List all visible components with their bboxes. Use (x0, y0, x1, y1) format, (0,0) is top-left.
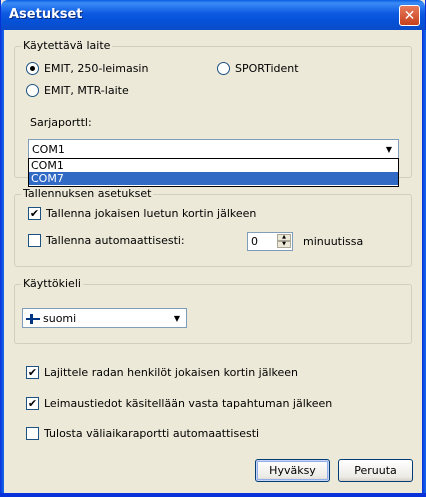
checkbox-icon (28, 234, 41, 247)
serial-port-select[interactable]: COM1 ▼ (28, 139, 399, 159)
language-select[interactable]: suomi ▼ (22, 308, 187, 328)
language-value-wrap: suomi (26, 312, 76, 325)
title-bar[interactable]: Asetukset ✕ (1, 0, 425, 30)
device-group-legend: Käytettävä laite (21, 39, 113, 52)
print-split-report-checkbox[interactable]: Tulosta väliaikaraportti automaattisesti (26, 427, 259, 440)
checkbox-checked-icon: ✔ (26, 366, 39, 379)
serial-port-value: COM1 (32, 143, 65, 156)
save-group-legend: Tallennuksen asetukset (21, 187, 154, 200)
window-title: Asetukset (9, 7, 83, 22)
radio-button-icon (217, 62, 230, 75)
settings-dialog: Asetukset ✕ Käytettävä laite EMIT, 250-l… (0, 0, 426, 497)
stepper-down-icon[interactable]: ▼ (277, 241, 291, 248)
serial-port-label: Sarjaporttl: (30, 116, 92, 129)
save-each-label: Tallenna jokaisen luetun kortin jälkeen (46, 207, 257, 220)
radio-sportident-label: SPORTident (235, 62, 299, 75)
window-border-right (422, 30, 426, 493)
finland-flag-icon (26, 313, 40, 324)
save-auto-label: Tallenna automaattisesti: (46, 234, 185, 247)
print-split-report-label: Tulosta väliaikaraportti automaattisesti (44, 427, 260, 440)
serial-port-dropdown-list: COM1 COM7 (28, 158, 399, 187)
radio-emit-250-label: EMIT, 250-leimasin (44, 62, 149, 75)
ok-button[interactable]: Hyväksy (255, 459, 330, 482)
save-interval-stepper[interactable]: 0 ▲ ▼ (247, 232, 293, 251)
save-interval-value: 0 (251, 235, 258, 248)
language-value: suomi (43, 312, 77, 325)
close-icon: ✕ (403, 7, 416, 24)
radio-button-icon (26, 62, 39, 75)
cancel-button-label: Peruuta (354, 464, 397, 477)
sort-runners-label: Lajittele radan henkilöt jokaisen kortin… (44, 366, 299, 379)
chevron-down-icon[interactable]: ▼ (381, 141, 397, 157)
radio-sportident[interactable]: SPORTident (217, 62, 299, 75)
radio-button-icon (26, 84, 39, 97)
dropdown-option-com1[interactable]: COM1 (29, 159, 398, 172)
checkbox-checked-icon: ✔ (26, 397, 39, 410)
process-after-event-label: Leimaustiedot käsitellään vasta tapahtum… (44, 397, 333, 410)
window-border-left (0, 30, 4, 493)
dropdown-option-com7[interactable]: COM7 (29, 172, 398, 185)
process-after-event-checkbox[interactable]: ✔ Leimaustiedot käsitellään vasta tapaht… (26, 397, 332, 410)
chevron-down-icon[interactable]: ▼ (169, 310, 185, 326)
sort-runners-checkbox[interactable]: ✔ Lajittele radan henkilöt jokaisen kort… (26, 366, 298, 379)
save-groupbox: Tallennuksen asetukset (14, 187, 412, 267)
save-each-checkbox[interactable]: ✔ Tallenna jokaisen luetun kortin jälkee… (28, 207, 256, 220)
cancel-button[interactable]: Peruuta (338, 459, 413, 482)
radio-emit-250[interactable]: EMIT, 250-leimasin (26, 62, 148, 75)
ok-button-label: Hyväksy (269, 464, 316, 477)
checkbox-checked-icon: ✔ (28, 207, 41, 220)
radio-emit-mtr-label: EMIT, MTR-laite (44, 84, 129, 97)
checkbox-icon (26, 427, 39, 440)
save-auto-checkbox[interactable]: Tallenna automaattisesti: (28, 234, 185, 247)
stepper-up-icon[interactable]: ▲ (277, 234, 291, 241)
window-border-bottom (0, 493, 426, 497)
radio-emit-mtr[interactable]: EMIT, MTR-laite (26, 84, 129, 97)
close-button[interactable]: ✕ (399, 5, 420, 26)
language-group-legend: Käyttökieli (21, 277, 83, 290)
interval-unit-label: minuutissa (303, 235, 364, 248)
